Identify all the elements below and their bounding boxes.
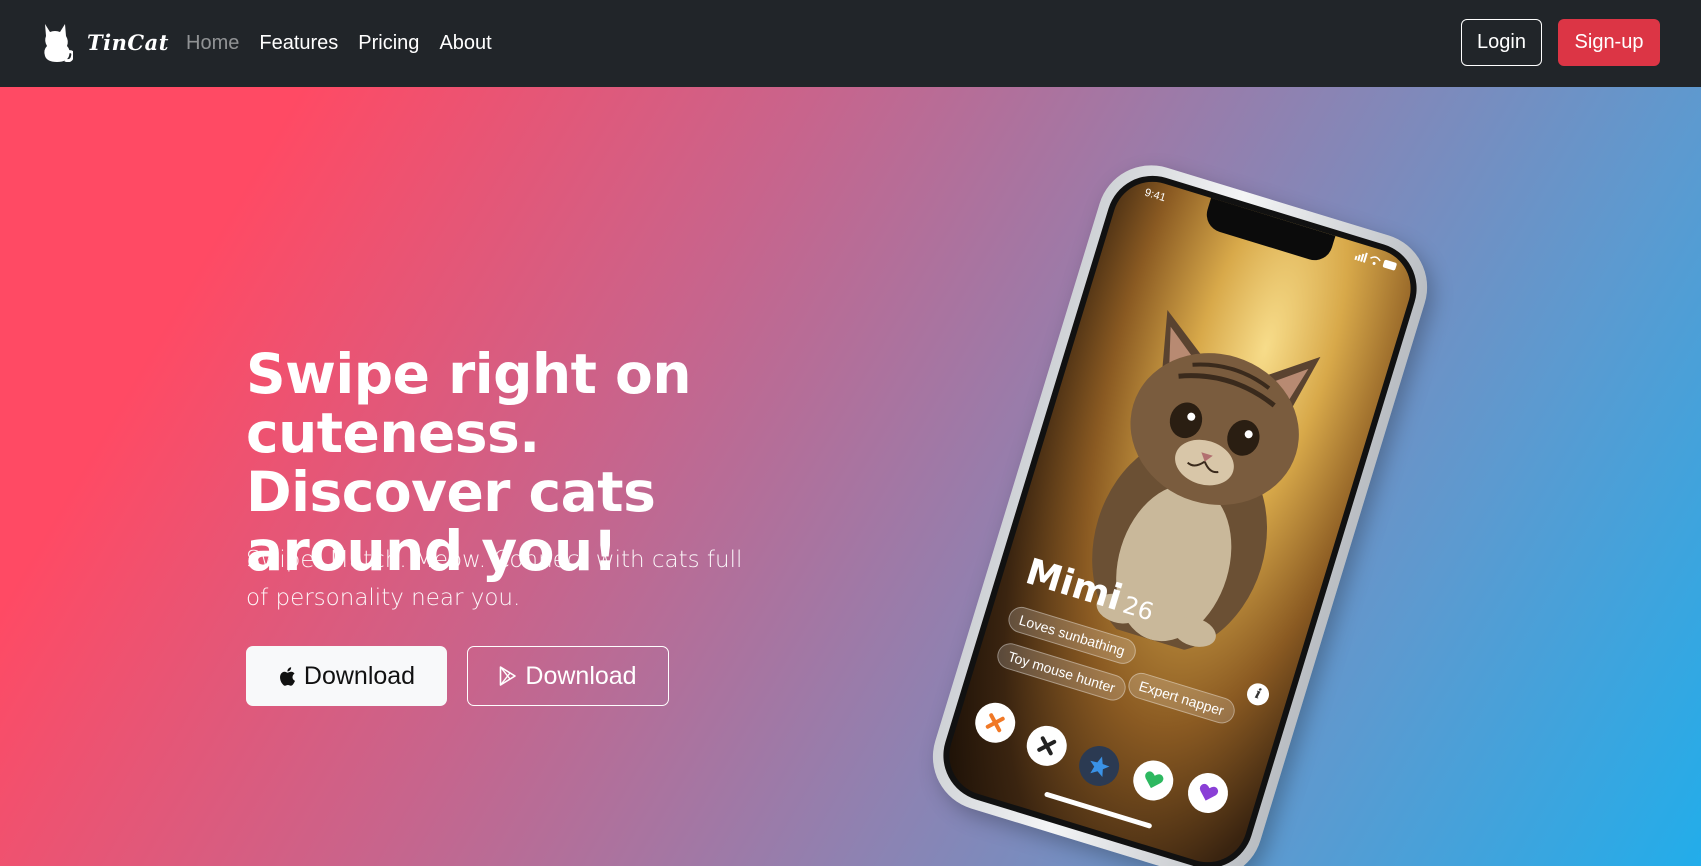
- close-icon: [1037, 736, 1057, 756]
- hero-subtitle: Swipe. Match. Meow. Connect with cats fu…: [246, 547, 743, 611]
- like-button[interactable]: [1128, 755, 1179, 806]
- google-play-download-label: Download: [525, 661, 637, 690]
- super-like-button[interactable]: [1074, 741, 1125, 791]
- heart-icon: [1145, 771, 1164, 789]
- app-store-download-button[interactable]: Download: [246, 646, 447, 706]
- hero-section: Swipe right on cuteness. Discover cats a…: [0, 87, 1701, 866]
- cat-logo-icon: [44, 24, 73, 62]
- nav-link-pricing[interactable]: Pricing: [358, 32, 419, 55]
- apple-icon: [279, 666, 295, 686]
- boost-button[interactable]: [1183, 768, 1233, 818]
- star-icon: [1090, 756, 1110, 777]
- nav-links: Home Features Pricing About: [186, 0, 512, 87]
- top-navbar: TinCat Home Features Pricing About Login…: [0, 0, 1701, 87]
- nav-link-about[interactable]: About: [439, 32, 491, 55]
- rewind-x-icon: [985, 713, 1005, 733]
- brand-name: TinCat: [87, 29, 169, 55]
- profile-tag: Expert napper: [1125, 669, 1238, 727]
- signup-button[interactable]: Sign-up: [1558, 19, 1660, 66]
- nav-link-home[interactable]: Home: [186, 32, 239, 55]
- app-store-download-label: Download: [303, 661, 416, 690]
- rewind-button[interactable]: [970, 697, 1021, 748]
- phone-mockup: Mimi26 Loves sunbathing Expert napper To…: [919, 151, 1441, 866]
- google-play-download-button[interactable]: Download: [467, 646, 669, 706]
- google-play-icon: [500, 666, 517, 686]
- home-indicator: [1043, 791, 1153, 829]
- info-button[interactable]: i: [1244, 680, 1272, 709]
- dislike-button[interactable]: [1021, 720, 1072, 771]
- brand-logo-link[interactable]: TinCat: [41, 22, 169, 62]
- heart-icon: [1199, 783, 1219, 801]
- nav-link-features[interactable]: Features: [259, 32, 338, 55]
- login-button[interactable]: Login: [1461, 19, 1542, 66]
